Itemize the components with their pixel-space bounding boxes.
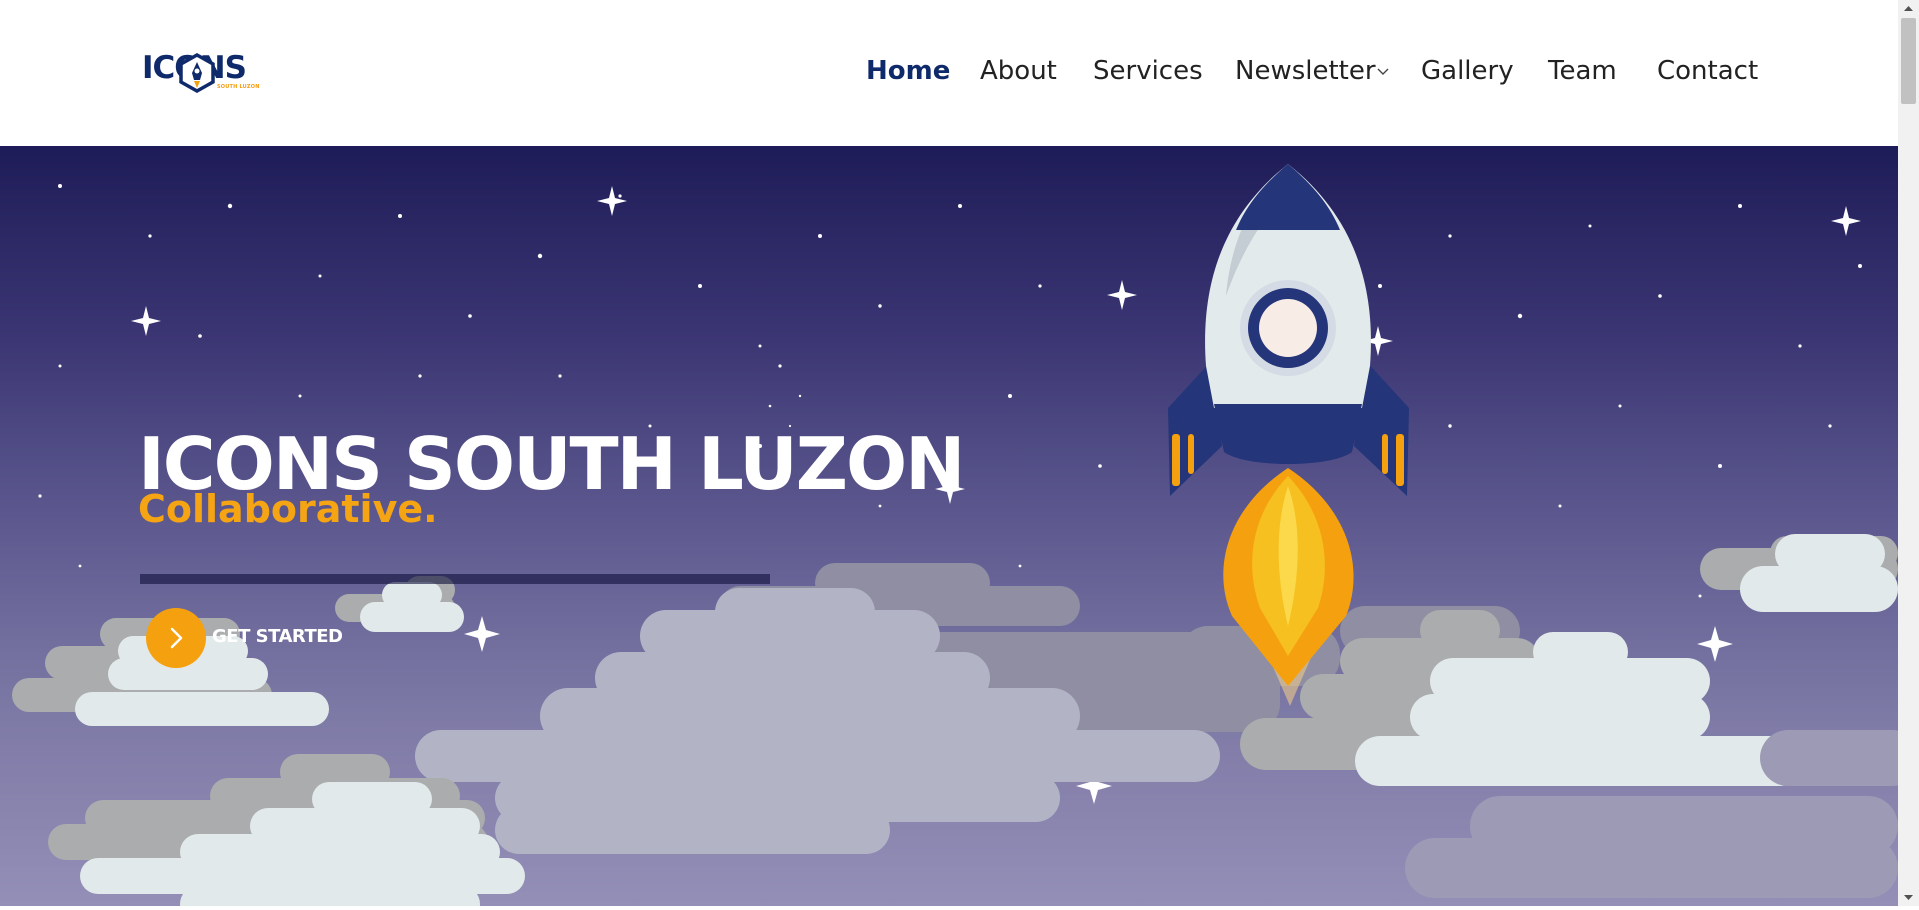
scroll-down-arrow-icon[interactable] xyxy=(1898,889,1919,906)
rocket-hexagon-icon xyxy=(179,53,215,93)
hero-subtitle: Collaborative. xyxy=(138,487,438,531)
cloud-top-right xyxy=(1700,534,1898,612)
page-scrollbar[interactable] xyxy=(1898,0,1919,906)
nav-team[interactable]: Team xyxy=(1548,53,1617,89)
nav-newsletter[interactable]: Newsletter xyxy=(1235,53,1389,89)
logo-tagline: SOUTH LUZON xyxy=(217,84,260,90)
chevron-down-icon xyxy=(1377,68,1389,75)
scroll-thumb[interactable] xyxy=(1901,18,1916,104)
nav-contact[interactable]: Contact xyxy=(1657,53,1758,89)
scroll-up-arrow-icon[interactable] xyxy=(1898,0,1919,17)
nav-newsletter-label: Newsletter xyxy=(1235,56,1376,86)
cloud-small-top xyxy=(335,576,464,632)
cta-label: GET STARTED xyxy=(212,626,343,647)
cta-circle xyxy=(146,608,206,668)
hero-section: ICONS SOUTH LUZON Collaborative. GET STA… xyxy=(0,146,1898,906)
nav-gallery[interactable]: Gallery xyxy=(1421,53,1514,89)
site-header: ICONS SOUTH LUZON Home About Services Ne… xyxy=(0,0,1898,146)
nav-services[interactable]: Services xyxy=(1093,53,1203,89)
nav-home[interactable]: Home xyxy=(866,53,950,89)
stars-layer xyxy=(38,184,1862,598)
chevron-right-icon xyxy=(170,627,183,649)
nav-about[interactable]: About xyxy=(980,53,1057,89)
site-logo[interactable]: ICONS SOUTH LUZON xyxy=(142,50,262,96)
